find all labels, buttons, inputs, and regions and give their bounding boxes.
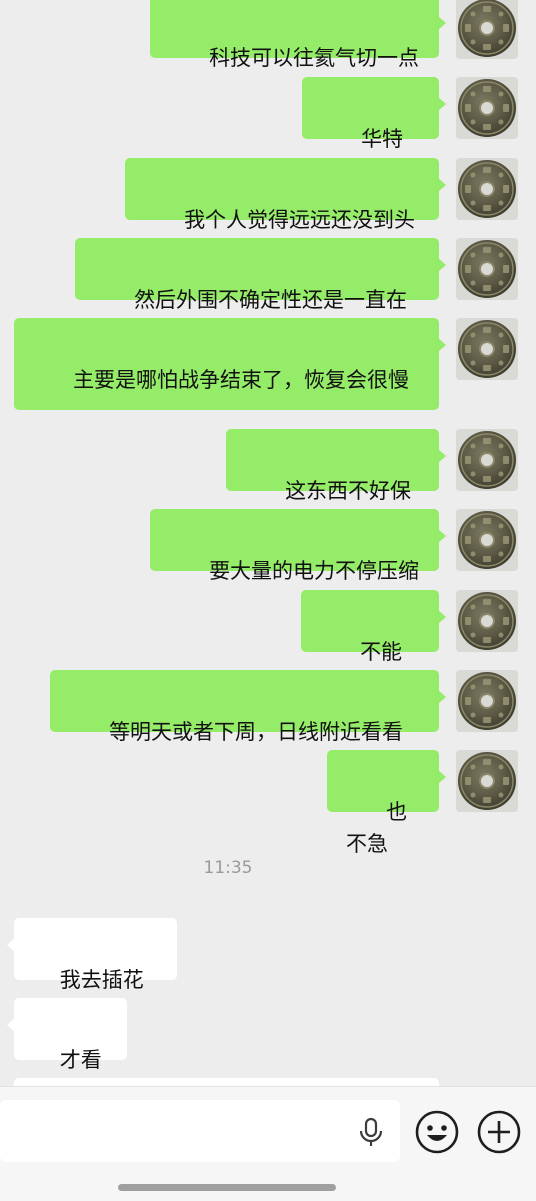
- outgoing-message-bubble[interactable]: 我个人觉得远远还没到头: [125, 158, 446, 232]
- ancient-coin-avatar-icon: [456, 318, 518, 380]
- ancient-coin-avatar-icon: [456, 238, 518, 300]
- ancient-coin-avatar-icon: [456, 590, 518, 652]
- plus-circle-icon[interactable]: [476, 1109, 522, 1155]
- message-text: 主要是哪怕战争结束了，恢复会很慢: [73, 368, 410, 392]
- home-indicator[interactable]: [118, 1184, 336, 1191]
- ancient-coin-avatar-icon: [456, 0, 518, 59]
- outgoing-message-bubble[interactable]: 主要是哪怕战争结束了，恢复会很慢: [14, 318, 446, 410]
- ancient-coin-avatar-icon: [456, 77, 518, 139]
- outgoing-message-bubble[interactable]: 不能断电: [301, 590, 446, 696]
- outgoing-message-bubble[interactable]: 科技可以往氦气切一点: [150, 0, 446, 70]
- outgoing-message-bubble[interactable]: 华特气体: [302, 77, 446, 183]
- smiley-face-icon[interactable]: [414, 1109, 460, 1155]
- sender-avatar[interactable]: [456, 158, 518, 220]
- sender-avatar[interactable]: [456, 670, 518, 732]
- ancient-coin-avatar-icon: [456, 509, 518, 571]
- ancient-coin-avatar-icon: [456, 670, 518, 732]
- sender-avatar[interactable]: [456, 750, 518, 812]
- incoming-message-bubble[interactable]: 才看到: [7, 998, 127, 1086]
- outgoing-message-bubble[interactable]: 然后外围不确定性还是一直在: [75, 238, 446, 312]
- ancient-coin-avatar-icon: [456, 750, 518, 812]
- sender-avatar[interactable]: [456, 590, 518, 652]
- outgoing-message-bubble[interactable]: 等明天或者下周，日线附近看看: [50, 670, 446, 744]
- outgoing-message-bubble[interactable]: 也不急: [327, 750, 446, 856]
- incoming-message-bubble[interactable]: 我去插花了: [7, 918, 177, 1024]
- microphone-icon[interactable]: [355, 1116, 387, 1148]
- message-timestamp: 11:35: [203, 858, 253, 878]
- message-text: 也不急: [346, 800, 408, 856]
- message-text: 科技可以往氦气切一点: [209, 46, 420, 70]
- outgoing-message-bubble[interactable]: 这东西不好保存: [226, 429, 446, 535]
- incoming-message-bubble-partial[interactable]: [14, 1078, 439, 1086]
- ancient-coin-avatar-icon: [456, 429, 518, 491]
- sender-avatar[interactable]: [456, 318, 518, 380]
- message-text: 要大量的电力不停压缩: [209, 559, 420, 583]
- sender-avatar[interactable]: [456, 238, 518, 300]
- message-text: 然后外围不确定性还是一直在: [134, 288, 408, 312]
- message-text: 等明天或者下周，日线附近看看: [109, 720, 404, 744]
- ancient-coin-avatar-icon: [456, 158, 518, 220]
- sender-avatar[interactable]: [456, 509, 518, 571]
- chat-area[interactable]: 科技可以往氦气切一点 华特气体 我个人觉得远远还没到头 然后外围不确定性还是一直…: [0, 0, 536, 1086]
- message-text: 我个人觉得远远还没到头: [184, 208, 416, 232]
- message-input[interactable]: [0, 1100, 400, 1162]
- sender-avatar[interactable]: [456, 77, 518, 139]
- outgoing-message-bubble[interactable]: 要大量的电力不停压缩: [150, 509, 446, 583]
- sender-avatar[interactable]: [456, 0, 518, 59]
- sender-avatar[interactable]: [456, 429, 518, 491]
